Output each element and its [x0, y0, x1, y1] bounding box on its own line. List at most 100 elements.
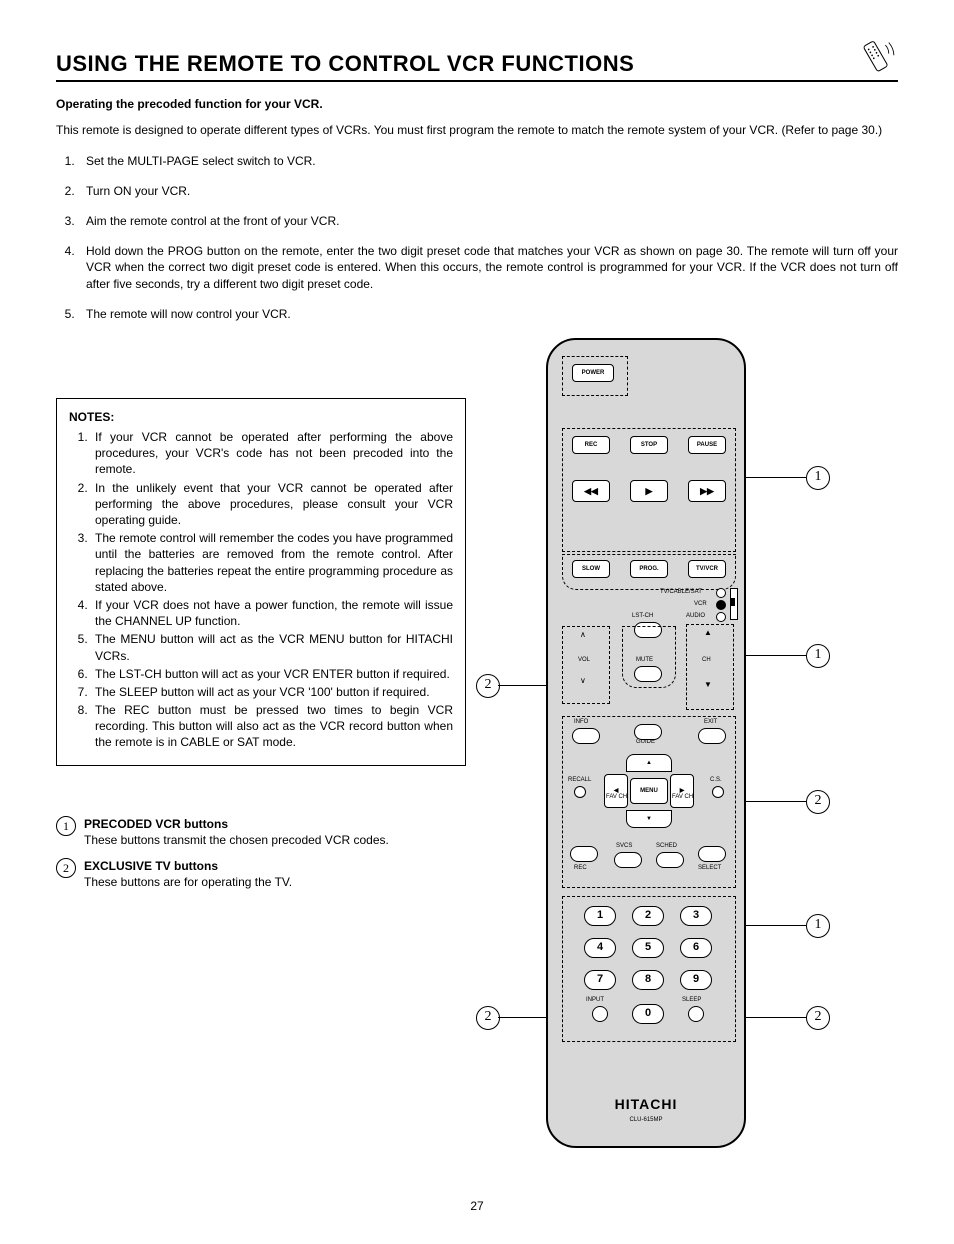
page-number: 27: [56, 1198, 898, 1214]
remote-header-icon: [854, 40, 898, 78]
intro-paragraph: This remote is designed to operate diffe…: [56, 122, 898, 138]
callout-line: [746, 655, 806, 657]
callout-line: [746, 1017, 806, 1019]
steps-list: Set the MULTI-PAGE select switch to VCR.…: [56, 153, 898, 322]
step-item: Hold down the PROG button on the remote,…: [78, 243, 898, 292]
menu-button: MENU: [630, 778, 668, 804]
callout-right-3: 2: [806, 790, 830, 814]
favch-left-label: FAV CH: [606, 794, 627, 800]
note-item: The MENU button will act as the VCR MENU…: [91, 631, 453, 663]
legend-desc: These buttons are for operating the TV.: [84, 875, 292, 889]
dpad-up: ▲: [626, 754, 672, 772]
note-item: If your VCR does not have a power functi…: [91, 597, 453, 629]
mute-label: MUTE: [636, 656, 653, 664]
legend-title: PRECODED VCR buttons: [84, 817, 228, 831]
callout-line: [746, 477, 806, 479]
prog-button: PROG.: [630, 560, 668, 578]
vol-label: VOL: [578, 656, 590, 664]
rec2-button: [570, 846, 598, 862]
callout-right-5: 2: [806, 1006, 830, 1030]
callout-line: [498, 1017, 546, 1019]
audio-label: AUDIO: [686, 612, 705, 620]
num-0: 0: [632, 1004, 664, 1024]
select-button: [698, 846, 726, 862]
legend-desc: These buttons transmit the chosen precod…: [84, 833, 389, 847]
select-label: SELECT: [698, 864, 721, 872]
legend-circle-1: 1: [56, 816, 76, 836]
input-label: INPUT: [586, 996, 604, 1004]
page-title: USING THE REMOTE TO CONTROL VCR FUNCTION…: [56, 49, 854, 79]
legend-item-2: 2 EXCLUSIVE TV buttons These buttons are…: [56, 858, 466, 890]
num-9: 9: [680, 970, 712, 990]
vcr-dot: [716, 600, 726, 610]
tvvcr-button: TV/VCR: [688, 560, 726, 578]
recall-led: [574, 786, 586, 798]
num-2: 2: [632, 906, 664, 926]
subheading: Operating the precoded function for your…: [56, 96, 898, 112]
pause-button: PAUSE: [688, 436, 726, 454]
model-label: CLU-615MP: [548, 1116, 744, 1124]
step-item: Turn ON your VCR.: [78, 183, 898, 199]
dpad-right: ▶: [670, 774, 694, 808]
svcs-button: [614, 852, 642, 868]
play-button: ▶: [630, 480, 668, 502]
callout-right-1: 1: [806, 466, 830, 490]
input-button: [592, 1006, 608, 1022]
callout-line: [746, 801, 806, 803]
info-label: INFO: [574, 718, 588, 726]
num-8: 8: [632, 970, 664, 990]
step-item: The remote will now control your VCR.: [78, 306, 898, 322]
stop-button: STOP: [630, 436, 668, 454]
dpad-left: ◀: [604, 774, 628, 808]
sleep-label: SLEEP: [682, 996, 701, 1004]
svcs-label: SVCS: [616, 842, 632, 850]
legend-circle-2: 2: [56, 858, 76, 878]
callout-left-1: 2: [476, 674, 500, 698]
exit-label: EXIT: [704, 718, 717, 726]
recall-label: RECALL: [568, 776, 591, 784]
rec2-label: REC: [574, 864, 587, 872]
power-button: POWER: [572, 364, 614, 382]
num-4: 4: [584, 938, 616, 958]
dpad-down: ▼: [626, 810, 672, 828]
mute-button: [634, 666, 662, 682]
info-button: [572, 728, 600, 744]
step-item: Aim the remote control at the front of y…: [78, 213, 898, 229]
callout-right-4: 1: [806, 914, 830, 938]
sleep-button: [688, 1006, 704, 1022]
ff-button: ▶▶: [688, 480, 726, 502]
callout-right-2: 1: [806, 644, 830, 668]
callout-left-2: 2: [476, 1006, 500, 1030]
remote-diagram: POWER REC STOP PAUSE ◀◀ ▶ ▶▶ SLOW PROG. …: [546, 338, 746, 1148]
brand-label: HITACHI: [548, 1095, 744, 1114]
note-item: If your VCR cannot be operated after per…: [91, 429, 453, 478]
note-item: The SLEEP button will act as your VCR '1…: [91, 684, 453, 700]
slow-button: SLOW: [572, 560, 610, 578]
cs-label: C.S.: [710, 776, 722, 784]
tvcablesat-label: TV/CABLE/SAT: [660, 588, 702, 596]
vol-down-icon: ∨: [580, 676, 586, 687]
rewind-button: ◀◀: [572, 480, 610, 502]
rec-button: REC: [572, 436, 610, 454]
note-item: The LST-CH button will act as your VCR E…: [91, 666, 453, 682]
note-item: The remote control will remember the cod…: [91, 530, 453, 595]
guide-button: [634, 724, 662, 740]
ch-down-icon: ▼: [704, 680, 712, 691]
ch-up-icon: ▲: [704, 628, 712, 639]
num-5: 5: [632, 938, 664, 958]
vol-up-icon: ∧: [580, 630, 586, 641]
favch-right-label: FAV CH: [672, 794, 693, 800]
num-1: 1: [584, 906, 616, 926]
callout-line: [746, 925, 806, 927]
notes-box: NOTES: If your VCR cannot be operated af…: [56, 398, 466, 766]
step-item: Set the MULTI-PAGE select switch to VCR.: [78, 153, 898, 169]
num-6: 6: [680, 938, 712, 958]
notes-list: If your VCR cannot be operated after per…: [69, 429, 453, 751]
note-item: The REC button must be pressed two times…: [91, 702, 453, 751]
callout-line: [498, 685, 546, 687]
exit-button: [698, 728, 726, 744]
num-3: 3: [680, 906, 712, 926]
legend-title: EXCLUSIVE TV buttons: [84, 859, 218, 873]
vcr-label: VCR: [694, 600, 707, 608]
cs-led: [712, 786, 724, 798]
